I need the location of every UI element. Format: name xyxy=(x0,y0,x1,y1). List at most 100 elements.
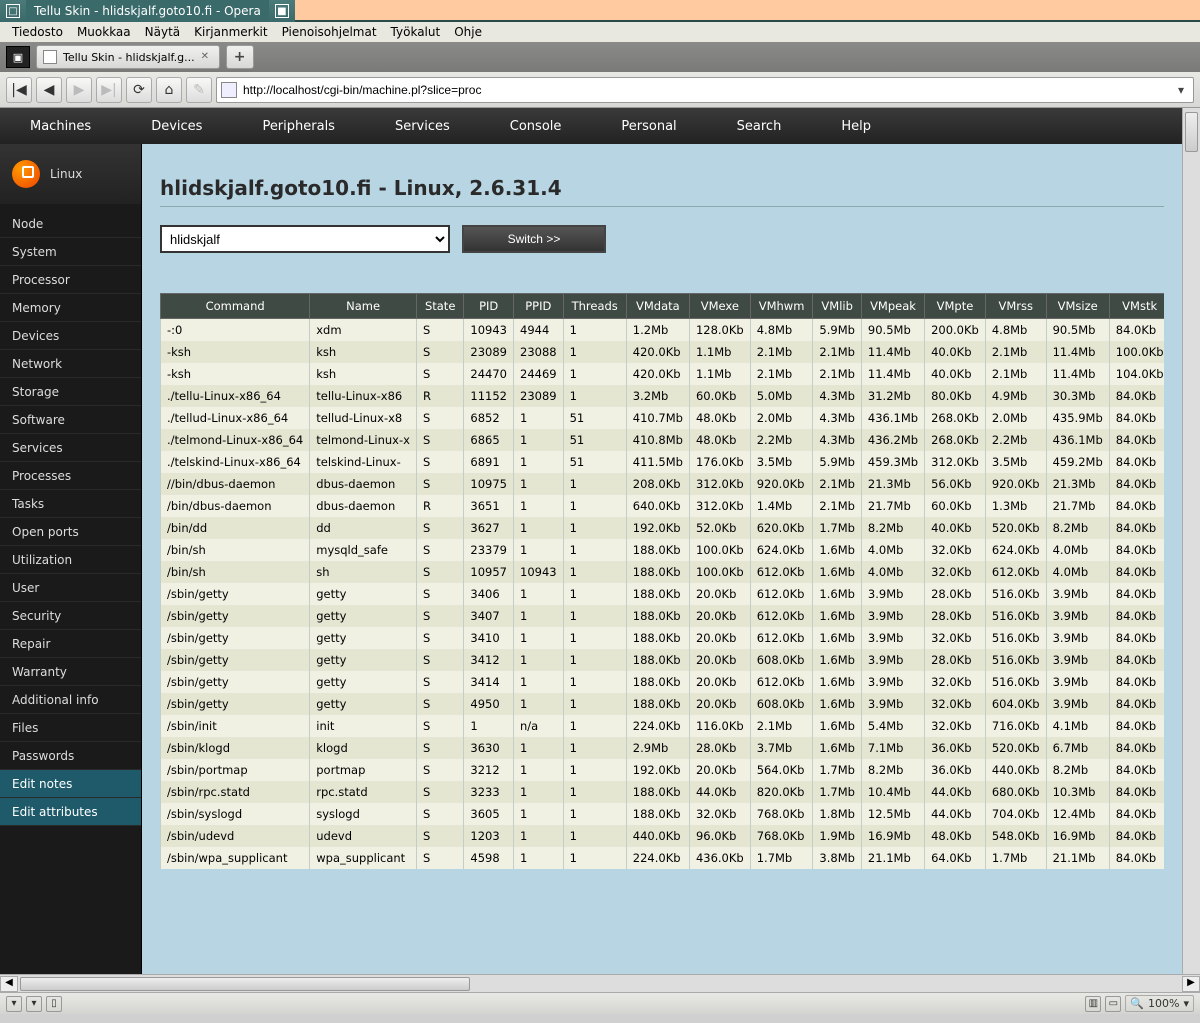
table-row[interactable]: /sbin/portmapportmapS321211192.0Kb20.0Kb… xyxy=(161,759,1165,781)
sidebar-item-system[interactable]: System xyxy=(0,238,141,266)
col-vmrss[interactable]: VMrss xyxy=(985,294,1046,319)
table-row[interactable]: /sbin/gettygettyS340611188.0Kb20.0Kb612.… xyxy=(161,583,1165,605)
table-row[interactable]: /sbin/gettygettyS341011188.0Kb20.0Kb612.… xyxy=(161,627,1165,649)
status-fit-icon[interactable]: ▭ xyxy=(1105,996,1121,1012)
table-row[interactable]: /sbin/gettygettyS340711188.0Kb20.0Kb612.… xyxy=(161,605,1165,627)
table-row[interactable]: /sbin/gettygettyS341211188.0Kb20.0Kb608.… xyxy=(161,649,1165,671)
table-row[interactable]: -kshkshS23089230881420.0Kb1.1Mb2.1Mb2.1M… xyxy=(161,341,1165,363)
col-vmstk[interactable]: VMstk xyxy=(1109,294,1164,319)
back-button[interactable]: ◀ xyxy=(36,77,62,103)
sidebar-item-node[interactable]: Node xyxy=(0,210,141,238)
window-control-icon[interactable]: ■ xyxy=(275,4,289,18)
status-panel-icon[interactable]: ▥ xyxy=(1085,996,1101,1012)
menu-pienoisohjelmat[interactable]: Pienoisohjelmat xyxy=(276,25,383,39)
wand-button[interactable]: ✎ xyxy=(186,77,212,103)
nav-services[interactable]: Services xyxy=(365,119,480,134)
sidebar-item-utilization[interactable]: Utilization xyxy=(0,546,141,574)
table-row[interactable]: -:0xdmS10943494411.2Mb128.0Kb4.8Mb5.9Mb9… xyxy=(161,319,1165,342)
col-vmsize[interactable]: VMsize xyxy=(1046,294,1109,319)
table-row[interactable]: /bin/ddddS362711192.0Kb52.0Kb620.0Kb1.7M… xyxy=(161,517,1165,539)
rewind-button[interactable]: |◀ xyxy=(6,77,32,103)
sidebar-item-edit-attributes[interactable]: Edit attributes xyxy=(0,798,141,826)
fast-forward-button[interactable]: ▶| xyxy=(96,77,122,103)
sidebar-item-processes[interactable]: Processes xyxy=(0,462,141,490)
url-input[interactable] xyxy=(243,83,1167,97)
nav-help[interactable]: Help xyxy=(811,119,901,134)
table-row[interactable]: /sbin/udevdudevdS120311440.0Kb96.0Kb768.… xyxy=(161,825,1165,847)
col-vmpte[interactable]: VMpte xyxy=(925,294,986,319)
forward-button[interactable]: ▶ xyxy=(66,77,92,103)
sidebar-item-open-ports[interactable]: Open ports xyxy=(0,518,141,546)
col-command[interactable]: Command xyxy=(161,294,310,319)
sidebar-item-edit-notes[interactable]: Edit notes xyxy=(0,770,141,798)
status-icon-3[interactable]: ▯ xyxy=(46,996,62,1012)
menu-ohje[interactable]: Ohje xyxy=(448,25,488,39)
sidebar-item-tasks[interactable]: Tasks xyxy=(0,490,141,518)
table-row[interactable]: /sbin/klogdklogdS3630112.9Mb28.0Kb3.7Mb1… xyxy=(161,737,1165,759)
sidebar-item-passwords[interactable]: Passwords xyxy=(0,742,141,770)
table-row[interactable]: ./telskind-Linux-x86_64telskind-Linux-S6… xyxy=(161,451,1165,473)
sidebar-item-warranty[interactable]: Warranty xyxy=(0,658,141,686)
sidebar-item-security[interactable]: Security xyxy=(0,602,141,630)
table-row[interactable]: /sbin/syslogdsyslogdS360511188.0Kb32.0Kb… xyxy=(161,803,1165,825)
window-menu-icon[interactable]: □ xyxy=(6,4,20,18)
sidebar-item-memory[interactable]: Memory xyxy=(0,294,141,322)
zoom-control[interactable]: 🔍 100% ▾ xyxy=(1125,995,1194,1012)
closed-tabs-icon[interactable]: ▣ xyxy=(6,46,30,68)
nav-search[interactable]: Search xyxy=(707,119,812,134)
nav-machines[interactable]: Machines xyxy=(0,119,121,134)
sidebar-item-devices[interactable]: Devices xyxy=(0,322,141,350)
site-info-icon[interactable] xyxy=(221,82,237,98)
sidebar-item-additional-info[interactable]: Additional info xyxy=(0,686,141,714)
host-select[interactable]: hlidskjalf xyxy=(160,225,450,253)
new-tab-button[interactable]: + xyxy=(226,45,254,69)
reload-button[interactable]: ⟳ xyxy=(126,77,152,103)
nav-personal[interactable]: Personal xyxy=(591,119,706,134)
chevron-down-icon[interactable]: ▾ xyxy=(1183,997,1189,1010)
nav-console[interactable]: Console xyxy=(480,119,592,134)
table-row[interactable]: /bin/shshS10957109431188.0Kb100.0Kb612.0… xyxy=(161,561,1165,583)
table-row[interactable]: /bin/shmysqld_safeS2337911188.0Kb100.0Kb… xyxy=(161,539,1165,561)
sidebar-item-services[interactable]: Services xyxy=(0,434,141,462)
sidebar-item-processor[interactable]: Processor xyxy=(0,266,141,294)
horizontal-scrollbar[interactable]: ◀▶ xyxy=(0,974,1200,992)
sidebar-item-software[interactable]: Software xyxy=(0,406,141,434)
menu-muokkaa[interactable]: Muokkaa xyxy=(71,25,137,39)
table-row[interactable]: ./telmond-Linux-x86_64telmond-Linux-xS68… xyxy=(161,429,1165,451)
col-vmlib[interactable]: VMlib xyxy=(813,294,862,319)
col-name[interactable]: Name xyxy=(310,294,417,319)
table-row[interactable]: //bin/dbus-daemondbus-daemonS1097511208.… xyxy=(161,473,1165,495)
tab-active[interactable]: Tellu Skin - hlidskjalf.g... ✕ xyxy=(36,45,220,69)
col-pid[interactable]: PID xyxy=(464,294,514,319)
table-row[interactable]: -kshkshS24470244691420.0Kb1.1Mb2.1Mb2.1M… xyxy=(161,363,1165,385)
sidebar-item-user[interactable]: User xyxy=(0,574,141,602)
col-vmpeak[interactable]: VMpeak xyxy=(861,294,924,319)
table-row[interactable]: ./tellu-Linux-x86_64tellu-Linux-x86R1115… xyxy=(161,385,1165,407)
menu-kirjanmerkit[interactable]: Kirjanmerkit xyxy=(188,25,273,39)
sidebar-item-storage[interactable]: Storage xyxy=(0,378,141,406)
status-icon-2[interactable]: ▾ xyxy=(26,996,42,1012)
sidebar-item-files[interactable]: Files xyxy=(0,714,141,742)
col-threads[interactable]: Threads xyxy=(563,294,626,319)
sidebar-item-network[interactable]: Network xyxy=(0,350,141,378)
table-row[interactable]: /sbin/gettygettyS495011188.0Kb20.0Kb608.… xyxy=(161,693,1165,715)
table-row[interactable]: /sbin/gettygettyS341411188.0Kb20.0Kb612.… xyxy=(161,671,1165,693)
col-state[interactable]: State xyxy=(416,294,463,319)
sidebar-item-repair[interactable]: Repair xyxy=(0,630,141,658)
col-vmhwm[interactable]: VMhwm xyxy=(750,294,813,319)
menu-tiedosto[interactable]: Tiedosto xyxy=(6,25,69,39)
switch-button[interactable]: Switch >> xyxy=(462,225,606,253)
address-bar[interactable]: ▾ xyxy=(216,77,1194,103)
table-row[interactable]: /bin/dbus-daemondbus-daemonR365111640.0K… xyxy=(161,495,1165,517)
status-icon-1[interactable]: ▾ xyxy=(6,996,22,1012)
table-row[interactable]: /sbin/rpc.statdrpc.statdS323311188.0Kb44… xyxy=(161,781,1165,803)
nav-peripherals[interactable]: Peripherals xyxy=(232,119,365,134)
url-dropdown-icon[interactable]: ▾ xyxy=(1173,83,1189,97)
menu-nayta[interactable]: Näytä xyxy=(139,25,187,39)
table-row[interactable]: /sbin/initinitS1n/a1224.0Kb116.0Kb2.1Mb1… xyxy=(161,715,1165,737)
table-row[interactable]: ./tellud-Linux-x86_64tellud-Linux-x8S685… xyxy=(161,407,1165,429)
menu-tyokalut[interactable]: Työkalut xyxy=(385,25,447,39)
col-vmexe[interactable]: VMexe xyxy=(689,294,750,319)
home-button[interactable]: ⌂ xyxy=(156,77,182,103)
col-ppid[interactable]: PPID xyxy=(514,294,564,319)
